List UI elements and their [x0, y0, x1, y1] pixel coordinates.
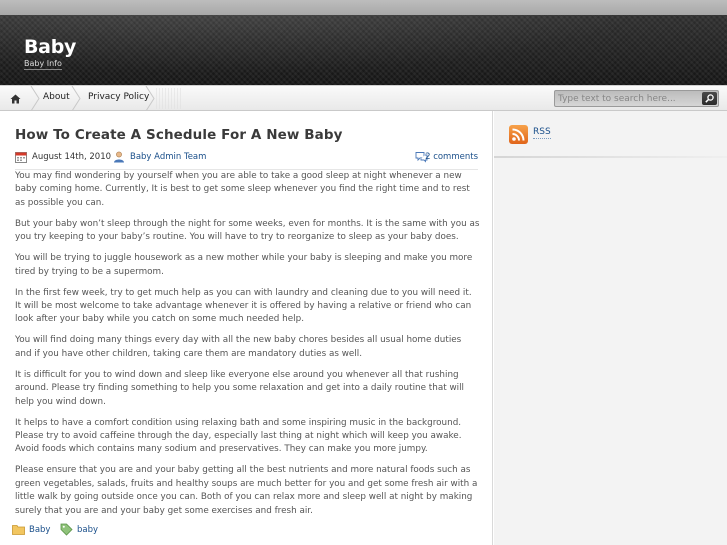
- home-icon: [10, 94, 21, 103]
- magnifier-icon: [705, 94, 714, 103]
- post-paragraph: You may find wondering by yourself when …: [15, 171, 470, 208]
- post-body: You may find wondering by yourself when …: [15, 170, 480, 526]
- main-content: How To Create A Schedule For A New Baby …: [0, 111, 493, 545]
- site-header: Baby Baby Info: [0, 15, 727, 85]
- post-taxonomy: Baby baby: [12, 523, 212, 537]
- site-title[interactable]: Baby: [24, 36, 76, 58]
- post-paragraph: It helps to have a comfort condition usi…: [15, 417, 462, 455]
- nav-fade-decoration: [156, 88, 182, 109]
- post-paragraph: You will find doing many things every da…: [15, 335, 462, 359]
- search-box: [554, 90, 719, 107]
- rss-feed-icon: [512, 128, 525, 141]
- post-date: August 14th, 2010: [32, 152, 112, 162]
- tag-icon: [60, 523, 73, 536]
- post-paragraph: It is difficult for you to wind down and…: [15, 369, 464, 407]
- post-paragraph: In the first few week, try to get much h…: [15, 287, 472, 325]
- nav-item-privacy-policy[interactable]: Privacy Policy: [88, 92, 149, 102]
- post-title[interactable]: How To Create A Schedule For A New Baby: [15, 127, 343, 143]
- sidebar-divider: [494, 156, 727, 158]
- nav-separator: [145, 86, 155, 111]
- folder-icon: [12, 525, 25, 535]
- post-meta: August 14th, 2010 Baby Admin Team 2 comm…: [15, 151, 478, 165]
- post-author-link[interactable]: Baby Admin Team: [130, 152, 206, 162]
- calendar-icon: [15, 152, 27, 163]
- nav-home-button[interactable]: [0, 86, 31, 111]
- rss-link[interactable]: RSS: [533, 127, 551, 139]
- rss-icon[interactable]: [509, 125, 528, 144]
- site-description: Baby Info: [24, 59, 62, 70]
- post-paragraph: Please ensure that you are and your baby…: [15, 465, 478, 516]
- nav-item-about[interactable]: About: [43, 92, 70, 102]
- navigation-bar: About Privacy Policy: [0, 85, 727, 111]
- nav-separator: [71, 86, 81, 111]
- post-paragraph: You will be trying to juggle housework a…: [15, 253, 473, 277]
- browser-top-strip: [0, 0, 727, 15]
- post-paragraph: But your baby won’t sleep through the ni…: [15, 218, 480, 243]
- post-tag-link[interactable]: baby: [77, 525, 98, 535]
- sidebar: RSS: [494, 111, 727, 545]
- post-category-link[interactable]: Baby: [29, 525, 50, 535]
- post-comments-link[interactable]: 2 comments: [425, 152, 478, 162]
- nav-separator: [30, 86, 40, 111]
- user-icon: [114, 151, 124, 163]
- search-button[interactable]: [702, 92, 717, 105]
- search-input[interactable]: [556, 92, 701, 105]
